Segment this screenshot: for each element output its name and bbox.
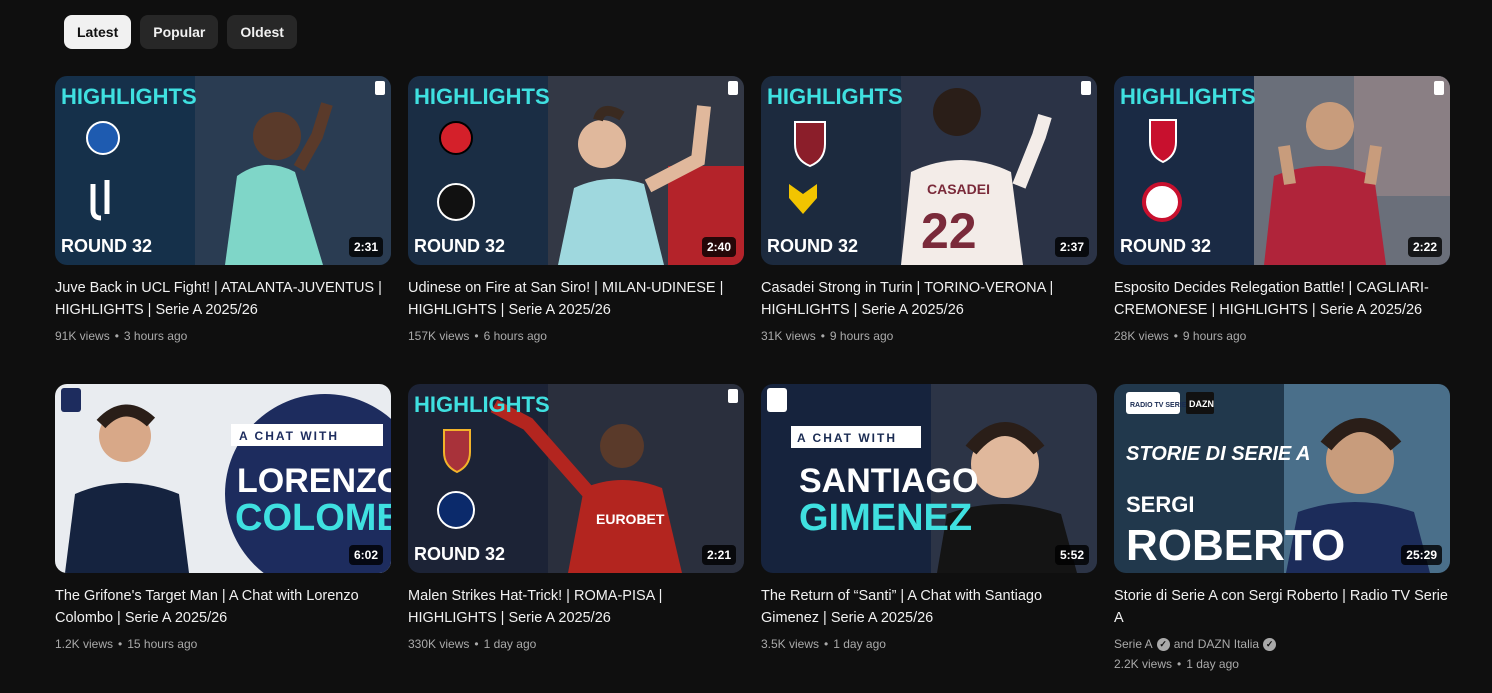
guest-first-name: SERGI	[1126, 492, 1194, 517]
video-meta: 31K views • 9 hours ago	[761, 329, 894, 343]
video-card[interactable]: A CHAT WITH SANTIAGO GIMENEZ 5:52 The Re…	[761, 384, 1097, 692]
video-thumbnail[interactable]: EUROBET HIGHLIGHTS ROUND 32 2:21	[408, 384, 744, 573]
highlights-banner: HIGHLIGHTS	[414, 392, 550, 417]
duration-badge: 2:31	[348, 237, 383, 257]
thumbnail-art: EUROBET HIGHLIGHTS ROUND 32	[408, 384, 744, 573]
chip-popular[interactable]: Popular	[140, 15, 219, 49]
highlights-banner: HIGHLIGHTS	[414, 84, 550, 109]
upload-age: 9 hours ago	[1182, 329, 1247, 343]
video-thumbnail[interactable]: HIGHLIGHTS ROUND 32 2:22	[1114, 76, 1450, 265]
guest-first-name: LORENZO	[237, 462, 391, 500]
sort-chips: Latest Popular Oldest	[64, 15, 297, 49]
video-thumbnail[interactable]: HIGHLIGHTS ROUND 32 2:31	[55, 76, 391, 265]
dazn-badge: DAZN	[1189, 399, 1214, 409]
thumbnail-art: A CHAT WITH SANTIAGO GIMENEZ	[761, 384, 1097, 573]
video-meta: 2.2K views • 1 day ago	[1114, 657, 1239, 671]
thumbnail-art: HIGHLIGHTS ROUND 32	[55, 76, 391, 265]
guest-first-name: SANTIAGO	[799, 462, 978, 500]
video-title[interactable]: Juve Back in UCL Fight! | ATALANTA-JUVEN…	[55, 277, 391, 321]
chip-latest[interactable]: Latest	[64, 15, 132, 49]
video-thumbnail[interactable]: CASADEI 22 HIGHLIGHTS ROUND 32 2:37	[761, 76, 1097, 265]
channel-name-dazn[interactable]: DAZN Italia	[1198, 635, 1259, 653]
video-card[interactable]: HIGHLIGHTS ROUND 32 2:31 Juve Back in UC…	[55, 76, 391, 384]
view-count: 3.5K views	[761, 637, 820, 651]
video-card[interactable]: HIGHLIGHTS ROUND 32 2:40 Udinese on Fire…	[408, 76, 744, 384]
upload-age: 6 hours ago	[483, 329, 547, 343]
jersey-number: 22	[921, 203, 977, 259]
video-meta: 1.2K views • 15 hours ago	[55, 637, 198, 651]
radio-tv-badge: RADIO TV SERIE A	[1130, 402, 1193, 409]
video-title[interactable]: The Grifone's Target Man | A Chat with L…	[55, 585, 391, 629]
video-title[interactable]: Storie di Serie A con Sergi Roberto | Ra…	[1114, 585, 1450, 629]
video-meta: 91K views • 3 hours ago	[55, 329, 188, 343]
thumbnail-art: RADIO TV SERIE A DAZN STORIE DI SERIE A …	[1114, 384, 1450, 573]
thumbnail-art: CASADEI 22 HIGHLIGHTS ROUND 32	[761, 76, 1097, 265]
video-thumbnail[interactable]: A CHAT WITH LORENZO COLOMBO 6:02	[55, 384, 391, 573]
upload-age: 15 hours ago	[127, 637, 198, 651]
video-meta: 157K views • 6 hours ago	[408, 329, 547, 343]
view-count: 330K views	[408, 637, 470, 651]
chat-label: A CHAT WITH	[239, 429, 339, 443]
view-count: 1.2K views	[55, 637, 114, 651]
view-count: 31K views	[761, 329, 816, 343]
highlights-banner: HIGHLIGHTS	[767, 84, 903, 109]
round-label: ROUND 32	[414, 544, 505, 564]
channel-name-serie-a[interactable]: Serie A	[1114, 635, 1153, 653]
jersey-name: CASADEI	[927, 181, 990, 197]
video-thumbnail[interactable]: RADIO TV SERIE A DAZN STORIE DI SERIE A …	[1114, 384, 1450, 573]
video-title[interactable]: Malen Strikes Hat-Trick! | ROMA-PISA | H…	[408, 585, 744, 629]
duration-badge: 25:29	[1401, 545, 1442, 565]
video-card[interactable]: A CHAT WITH LORENZO COLOMBO 6:02 The Gri…	[55, 384, 391, 692]
video-card[interactable]: RADIO TV SERIE A DAZN STORIE DI SERIE A …	[1114, 384, 1450, 692]
video-title[interactable]: Esposito Decides Relegation Battle! | CA…	[1114, 277, 1450, 321]
round-label: ROUND 32	[1120, 236, 1211, 256]
round-label: ROUND 32	[767, 236, 858, 256]
view-count: 28K views	[1114, 329, 1169, 343]
channel-line: Serie A ✓ and DAZN Italia ✓	[1114, 635, 1450, 653]
guest-last-name: ROBERTO	[1126, 521, 1345, 570]
video-thumbnail[interactable]: HIGHLIGHTS ROUND 32 2:40	[408, 76, 744, 265]
video-card[interactable]: HIGHLIGHTS ROUND 32 2:22 Esposito Decide…	[1114, 76, 1450, 384]
thumbnail-art: HIGHLIGHTS ROUND 32	[1114, 76, 1450, 265]
video-card[interactable]: EUROBET HIGHLIGHTS ROUND 32 2:21 Malen S…	[408, 384, 744, 692]
video-card[interactable]: CASADEI 22 HIGHLIGHTS ROUND 32 2:37 Casa…	[761, 76, 1097, 384]
view-count: 91K views	[55, 329, 110, 343]
duration-badge: 5:52	[1054, 545, 1089, 565]
channel-join: and	[1173, 637, 1194, 651]
video-title[interactable]: The Return of “Santi” | A Chat with Sant…	[761, 585, 1097, 629]
view-count: 157K views	[408, 329, 470, 343]
upload-age: 1 day ago	[483, 637, 537, 651]
sponsor-text: EUROBET	[596, 511, 665, 527]
series-title: STORIE DI SERIE A	[1126, 443, 1310, 465]
highlights-banner: HIGHLIGHTS	[1120, 84, 1256, 109]
video-grid: HIGHLIGHTS ROUND 32 2:31 Juve Back in UC…	[55, 76, 1450, 692]
duration-badge: 6:02	[348, 545, 383, 565]
round-label: ROUND 32	[61, 236, 152, 256]
verified-icon: ✓	[1263, 637, 1277, 651]
upload-age: 3 hours ago	[123, 329, 188, 343]
video-thumbnail[interactable]: A CHAT WITH SANTIAGO GIMENEZ 5:52	[761, 384, 1097, 573]
thumbnail-art: A CHAT WITH LORENZO COLOMBO	[55, 384, 391, 573]
video-meta: 330K views • 1 day ago	[408, 637, 537, 651]
video-title[interactable]: Udinese on Fire at San Siro! | MILAN-UDI…	[408, 277, 744, 321]
upload-age: 9 hours ago	[829, 329, 894, 343]
duration-badge: 2:40	[701, 237, 736, 257]
duration-badge: 2:21	[701, 545, 736, 565]
highlights-banner: HIGHLIGHTS	[61, 84, 197, 109]
video-meta: 28K views • 9 hours ago	[1114, 329, 1247, 343]
thumbnail-art: HIGHLIGHTS ROUND 32	[408, 76, 744, 265]
upload-age: 1 day ago	[1186, 657, 1239, 671]
chat-label: A CHAT WITH	[797, 431, 897, 445]
guest-last-name: GIMENEZ	[799, 497, 972, 539]
guest-last-name: COLOMBO	[235, 497, 391, 539]
chip-oldest[interactable]: Oldest	[227, 15, 297, 49]
duration-badge: 2:22	[1407, 237, 1442, 257]
verified-icon: ✓	[1156, 637, 1170, 651]
round-label: ROUND 32	[414, 236, 505, 256]
video-title[interactable]: Casadei Strong in Turin | TORINO-VERONA …	[761, 277, 1097, 321]
duration-badge: 2:37	[1054, 237, 1089, 257]
upload-age: 1 day ago	[833, 637, 886, 651]
view-count: 2.2K views	[1114, 657, 1173, 671]
video-meta: 3.5K views • 1 day ago	[761, 637, 886, 651]
